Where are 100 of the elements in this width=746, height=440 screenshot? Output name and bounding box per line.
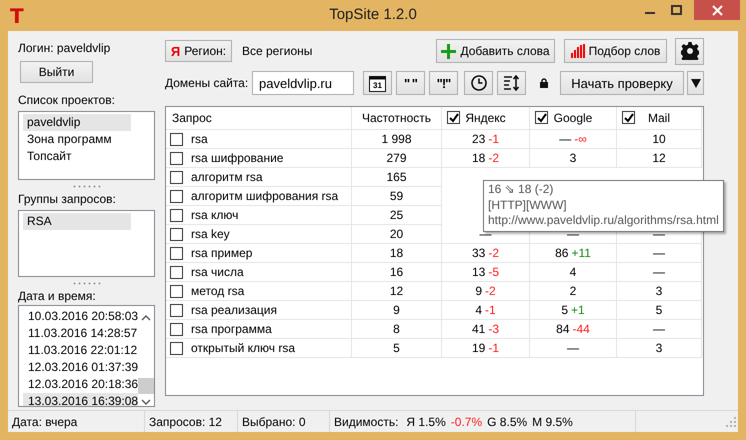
visibility-label: Видимость:	[334, 414, 398, 428]
query-text: алгоритм шифрования rsa	[191, 189, 338, 203]
query-text: алгоритм rsa	[191, 170, 263, 184]
rank-value: 5	[561, 303, 568, 317]
checkbox[interactable]	[170, 304, 183, 316]
checkbox[interactable]	[170, 266, 183, 278]
rank-value: 18	[472, 151, 486, 165]
checkbox[interactable]	[170, 152, 183, 164]
app-logo: T	[10, 5, 25, 27]
dropdown-button[interactable]	[687, 71, 704, 95]
checkbox[interactable]	[170, 228, 183, 240]
checkbox[interactable]	[170, 170, 183, 184]
checkbox[interactable]	[170, 284, 183, 298]
checkbox[interactable]	[170, 208, 183, 222]
list-item[interactable]: 10.03.2016 20:58:03	[23, 308, 138, 325]
checkbox[interactable]	[170, 322, 183, 336]
rank-change: -1	[488, 132, 500, 146]
sort-icon	[504, 75, 520, 91]
list-item[interactable]: 13.03.2016 16:39:08	[23, 393, 138, 406]
column-header[interactable]: Google	[554, 111, 592, 125]
sort-button[interactable]	[497, 71, 526, 95]
list-item[interactable]: 11.03.2016 22:01:12	[23, 342, 138, 359]
list-item[interactable]: Зона программ	[23, 131, 131, 148]
rank-value: 3	[656, 284, 662, 298]
visibility-value: Я 1.5%	[406, 414, 446, 428]
query-text: метод rsa	[191, 284, 244, 298]
checkbox[interactable]	[622, 111, 635, 124]
rank-value: 10	[652, 132, 666, 146]
quotes-button[interactable]: " "	[396, 71, 425, 95]
query-text: rsa key	[191, 227, 230, 241]
rank-value: 84	[556, 322, 570, 336]
table-cell: 165	[352, 168, 442, 187]
rank-change: -2	[488, 246, 500, 260]
close-button[interactable]	[694, 0, 740, 20]
rank-value: 13	[472, 265, 486, 279]
logout-button[interactable]: Выйти	[20, 61, 93, 83]
checkbox[interactable]	[535, 111, 548, 124]
rank-value: —	[653, 227, 665, 241]
resize-grip[interactable]	[726, 416, 736, 426]
list-item[interactable]: 12.03.2016 20:18:36	[23, 376, 138, 393]
list-item[interactable]: 12.03.2016 01:37:39	[23, 359, 138, 376]
list-item[interactable]: Топсайт	[23, 148, 131, 165]
pick-words-button[interactable]: Подбор слов	[564, 39, 667, 63]
rank-value: —	[567, 341, 579, 355]
checkbox[interactable]	[447, 111, 460, 124]
table-cell: 25	[352, 206, 442, 225]
yandex-icon: Я	[170, 44, 180, 58]
column-header[interactable]: Запрос	[172, 111, 212, 125]
column-header[interactable]: Яндекс	[465, 111, 506, 125]
checkbox[interactable]	[170, 190, 183, 202]
tooltip-line: [HTTP][WWW]	[488, 198, 568, 213]
minimize-icon	[644, 12, 654, 14]
rank-value: 33	[472, 246, 486, 260]
history-button[interactable]	[464, 71, 493, 95]
rank-change: -3	[488, 322, 500, 336]
column-header[interactable]: Mail	[648, 111, 670, 125]
rank-value: —	[480, 227, 492, 241]
rank-value: 4	[475, 303, 482, 317]
add-words-button[interactable]: Добавить слова	[436, 39, 555, 63]
calendar-button[interactable]: 31	[363, 71, 392, 95]
table-cell: 1 998	[352, 130, 442, 149]
caret-icon	[690, 78, 700, 88]
rank-value: 9	[475, 284, 482, 298]
rank-value: —	[559, 132, 572, 146]
rank-value: 19	[472, 341, 486, 355]
exact-match-button[interactable]: "!"	[429, 71, 458, 95]
visibility-value: M 9.5%	[532, 414, 573, 428]
rank-change: -2	[485, 284, 496, 298]
close-icon	[712, 4, 722, 16]
checkbox[interactable]	[170, 342, 183, 354]
query-text: rsa реализация	[191, 303, 277, 317]
region-value: Все регионы	[242, 44, 312, 58]
checkbox[interactable]	[170, 132, 183, 146]
settings-button[interactable]	[675, 38, 704, 64]
column-header[interactable]: Частотность	[362, 111, 431, 125]
plus-icon	[441, 44, 456, 58]
rank-change: +1	[571, 303, 585, 317]
table-cell: 5	[352, 339, 442, 358]
rank-change: -2	[488, 151, 500, 165]
lock-icon	[540, 78, 548, 88]
query-text: rsa пример	[191, 246, 252, 260]
status-queries: Запросов: 12	[149, 414, 222, 428]
query-text: открытый ключ rsa	[191, 341, 295, 355]
checkbox[interactable]	[170, 246, 183, 260]
table-cell: 59	[352, 187, 442, 206]
status-selected: Выбрано: 0	[242, 414, 306, 428]
rank-value: 2	[570, 284, 576, 298]
login-label: Логин: paveldvlip	[18, 41, 112, 55]
rank-value: —	[653, 322, 665, 336]
table-cell: 9	[352, 301, 442, 320]
start-check-button[interactable]: Начать проверку	[560, 71, 684, 95]
domain-field[interactable]: paveldvlip.ru	[252, 71, 354, 95]
maximize-icon	[671, 5, 682, 15]
query-text: rsa числа	[191, 265, 244, 279]
region-button[interactable]: Я Регион:	[165, 40, 232, 62]
table-cell: 8	[352, 320, 442, 339]
list-item[interactable]: paveldvlip	[23, 114, 131, 131]
list-item[interactable]: RSA	[23, 213, 131, 230]
list-item[interactable]: 11.03.2016 14:28:57	[23, 325, 138, 342]
rank-value: 41	[472, 322, 486, 336]
